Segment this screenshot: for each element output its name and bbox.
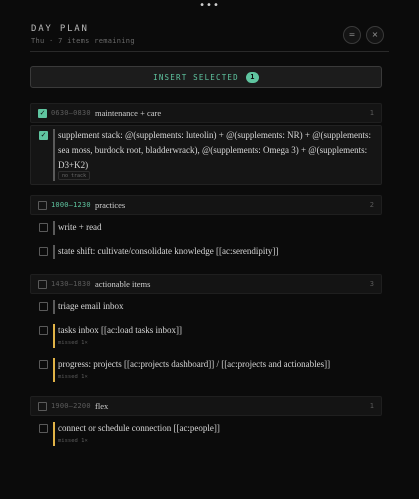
- close-icon: ×: [371, 30, 379, 39]
- equals-icon: =: [348, 30, 356, 39]
- section-header-actionable[interactable]: 1430–1830 actionable items 3: [30, 274, 382, 294]
- menu-button[interactable]: =: [343, 26, 361, 44]
- task-checkbox[interactable]: [39, 360, 48, 369]
- task-tag: no track: [58, 171, 91, 180]
- task-text: progress: projects [[ac:projects dashboa…: [58, 359, 331, 369]
- close-button[interactable]: ×: [366, 26, 384, 44]
- task-text: state shift: cultivate/consolidate knowl…: [58, 246, 279, 256]
- task-checkbox[interactable]: [39, 223, 48, 232]
- insert-selected-button[interactable]: INSERT SELECTED 1: [30, 66, 382, 88]
- task-checkbox[interactable]: [39, 326, 48, 335]
- section-time: 1900–2200: [51, 402, 91, 410]
- section-count: 1: [369, 109, 374, 117]
- section-time: 1430–1830: [51, 280, 91, 288]
- section-count: 2: [369, 201, 374, 209]
- task-missed-bar: [53, 324, 55, 348]
- task-checkbox[interactable]: ✓: [39, 131, 48, 140]
- section-checkbox[interactable]: [38, 402, 47, 411]
- section-checkbox[interactable]: ✓: [38, 109, 47, 118]
- section-count: 3: [369, 280, 374, 288]
- task-status-bar: [53, 129, 55, 181]
- section-header-flex[interactable]: 1900–2200 flex 1: [30, 396, 382, 416]
- section-checkbox[interactable]: [38, 280, 47, 289]
- task-checkbox[interactable]: [39, 302, 48, 311]
- section-time: 0630–0830: [51, 109, 91, 117]
- section-header-practices[interactable]: 1000–1230 practices 2: [30, 195, 382, 215]
- header: DAY PLAN Thu · 7 items remaining = ×: [30, 22, 389, 52]
- section-time: 1000–1230: [51, 201, 91, 209]
- section-title: practices: [95, 200, 126, 210]
- task-status-bar: [53, 245, 55, 259]
- page-subtitle: Thu · 7 items remaining: [31, 37, 135, 45]
- task-text: tasks inbox [[ac:load tasks inbox]]: [58, 325, 182, 335]
- task-missed-bar: [53, 358, 55, 382]
- insert-selected-label: INSERT SELECTED: [153, 72, 239, 82]
- task-status-bar: [53, 221, 55, 235]
- task-missed-label: missed 1×: [58, 340, 88, 346]
- section-checkbox[interactable]: [38, 201, 47, 210]
- section-title: maintenance + care: [95, 108, 162, 118]
- task-text: triage email inbox: [58, 301, 124, 311]
- section-count: 1: [369, 402, 374, 410]
- task-checkbox[interactable]: [39, 424, 48, 433]
- task-text: supplement stack: @(supplements: luteoli…: [58, 130, 371, 170]
- section-title: actionable items: [95, 279, 151, 289]
- task-missed-label: missed 1×: [58, 438, 88, 444]
- selected-count-badge: 1: [245, 71, 259, 83]
- section-title: flex: [95, 401, 109, 411]
- task-status-bar: [53, 300, 55, 314]
- task-missed-label: missed 1×: [58, 374, 88, 380]
- task-text: write + read: [58, 222, 102, 232]
- task-checkbox[interactable]: [39, 247, 48, 256]
- section-header-maintenance[interactable]: ✓ 0630–0830 maintenance + care 1: [30, 103, 382, 123]
- page-title: DAY PLAN: [31, 24, 89, 34]
- window-drag-handle[interactable]: •••: [0, 1, 419, 11]
- task-missed-bar: [53, 422, 55, 446]
- task-text: connect or schedule connection [[ac:peop…: [58, 423, 220, 433]
